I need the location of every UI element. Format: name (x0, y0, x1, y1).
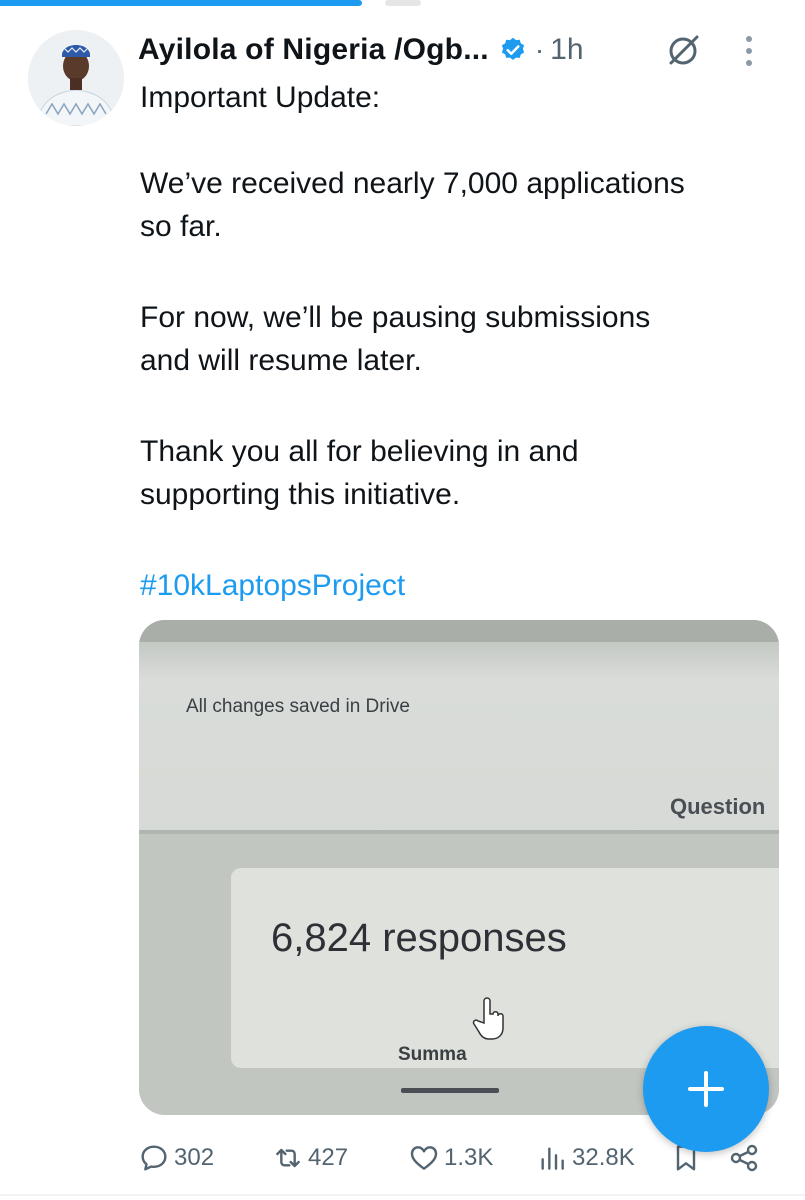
views-icon (541, 1147, 564, 1170)
hashtag-link[interactable]: #10kLaptopsProject (140, 564, 780, 607)
separator-dot: · (534, 34, 545, 65)
share-icon (730, 1144, 758, 1172)
tweet-text-line: Thank you all for believing in and (140, 435, 579, 468)
views-count: 32.8K (572, 1144, 635, 1171)
like-button[interactable]: 1.3K (408, 1138, 493, 1178)
reply-icon (141, 1145, 167, 1171)
top-scroll-indicator (0, 0, 805, 6)
reply-button[interactable]: 302 (138, 1138, 214, 1178)
tweet-text-line: and will resume later. (140, 344, 422, 377)
tweet-header: Ayilola of Nigeria /Ogb... · 1h (138, 28, 781, 72)
author-name[interactable]: Ayilola of Nigeria /Ogb... (138, 33, 489, 67)
repost-count: 427 (308, 1144, 349, 1171)
progress-handle[interactable] (385, 0, 421, 6)
repost-button[interactable]: 427 (272, 1138, 348, 1178)
grok-icon[interactable] (666, 32, 702, 68)
responses-count: 6,824 responses (271, 916, 567, 960)
tweet-text-line: For now, we’ll be pausing submissions (140, 301, 651, 334)
author-avatar[interactable] (28, 30, 124, 126)
summary-tab: Summa (398, 1044, 467, 1065)
repost-icon (276, 1148, 300, 1168)
like-count: 1.3K (444, 1144, 494, 1171)
progress-fill (0, 0, 363, 6)
compose-fab-button[interactable] (643, 1026, 769, 1152)
questions-tab: Question (670, 794, 766, 819)
divider (0, 1194, 805, 1196)
reply-count: 302 (174, 1144, 215, 1171)
avatar-image (28, 30, 124, 126)
tweet-text-line: We’ve received nearly 7,000 applications (140, 167, 685, 200)
views-button[interactable]: 32.8K (536, 1138, 635, 1178)
drive-saved-status: All changes saved in Drive (186, 696, 410, 717)
verified-badge-icon (501, 37, 524, 60)
tweet-text-line: supporting this initiative. (140, 478, 461, 511)
tweet-text-line: so far. (140, 210, 222, 243)
more-icon[interactable] (744, 34, 754, 68)
tweet-text-line: Important Update: (140, 81, 381, 114)
plus-icon (688, 1071, 724, 1107)
like-icon (410, 1146, 438, 1170)
tweet-time[interactable]: 1h (550, 33, 583, 67)
